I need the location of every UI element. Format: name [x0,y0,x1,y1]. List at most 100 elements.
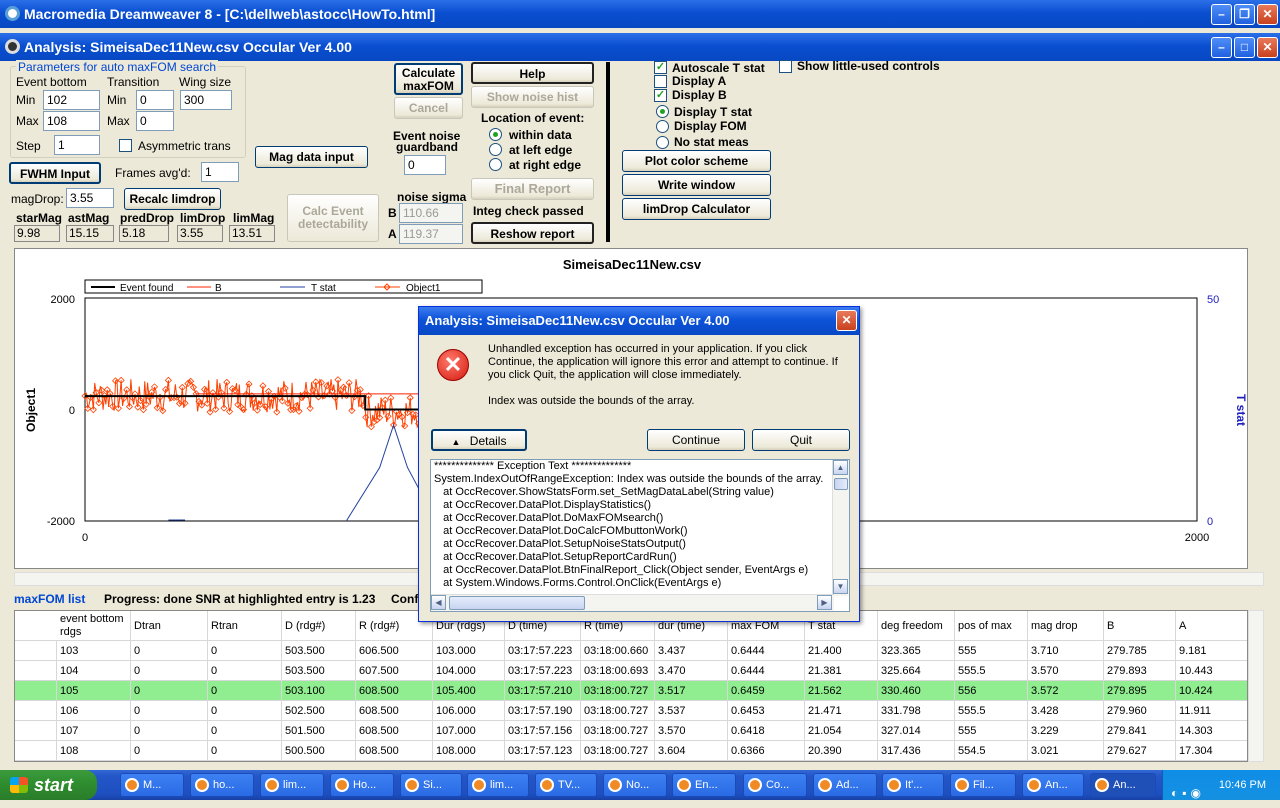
display-a-label: Display A [672,74,727,88]
table-cell: 279.893 [1104,661,1176,681]
grid-header-cell[interactable]: pos of max [955,611,1028,641]
scroll-up-arrow-icon[interactable]: ▲ [833,460,848,475]
grid-header-cell[interactable]: Rtran [208,611,282,641]
fwhm-input-button[interactable]: FWHM Input [9,162,101,184]
grid-vscrollbar[interactable] [1248,610,1264,762]
guardband-input[interactable]: 0 [404,155,446,175]
table-row[interactable]: 107 0 0 501.500 608.500 107.000 03:17:57.156 03… [15,721,1247,741]
grid-header-cell[interactable]: B [1104,611,1176,641]
asymmetric-trans-checkbox[interactable] [119,139,132,152]
vscroll-thumb[interactable] [834,478,848,490]
tr-max-label: Max [107,114,130,128]
taskbar-button[interactable]: Si... [400,773,462,797]
limdrop-calculator-button[interactable]: limDrop Calculator [622,198,771,220]
dialog-close-button[interactable]: ✕ [836,310,857,331]
table-row[interactable]: 103 0 0 503.500 606.500 103.000 03:17:57.223 03… [15,641,1247,661]
taskbar-button[interactable]: An... [1022,773,1084,797]
tr-max-input[interactable]: 0 [136,111,174,131]
taskbar-button[interactable]: TV... [535,773,597,797]
continue-button[interactable]: Continue [647,429,745,451]
taskbar-button[interactable]: lim... [260,773,324,797]
taskbar-button[interactable]: It'... [882,773,944,797]
taskbar-button[interactable]: No... [603,773,667,797]
row-selector[interactable] [15,721,57,741]
taskbar-button[interactable]: lim... [467,773,529,797]
display-b-checkbox[interactable]: ✓ [654,89,667,102]
no-stat-meas-radio[interactable] [656,136,669,149]
grid-header-cell[interactable]: Dtran [131,611,208,641]
location-within-radio[interactable] [489,128,502,141]
row-selector[interactable] [15,661,57,681]
outer-restore-button[interactable]: ❐ [1234,4,1255,25]
taskbar-button[interactable]: An... [1090,773,1156,797]
tr-min-input[interactable]: 0 [136,90,174,110]
table-cell: 107 [57,721,131,741]
outer-minimize-button[interactable]: – [1211,4,1232,25]
eb-min-input[interactable]: 102 [43,90,100,110]
table-cell: 10.424 [1176,681,1247,701]
details-button[interactable]: ▲ Details [431,429,527,451]
table-row[interactable]: 104 0 0 503.500 607.500 104.000 03:17:57.223 03… [15,661,1247,681]
grid-header-cell[interactable]: D (rdg#) [282,611,356,641]
row-selector[interactable] [15,681,57,701]
calc-event-detectability-button[interactable]: Calc Event detectability [287,194,379,242]
start-button[interactable]: start [0,770,97,800]
write-window-button[interactable]: Write window [622,174,771,196]
location-left-radio[interactable] [489,143,502,156]
table-row[interactable]: 105 0 0 503.100 608.500 105.400 03:17:57.210 03… [15,681,1247,701]
display-tstat-radio[interactable] [656,105,669,118]
taskbar-button[interactable]: Fil... [950,773,1016,797]
taskbar-button[interactable]: En... [672,773,736,797]
magdrop-input[interactable]: 3.55 [66,188,114,208]
taskbar-button[interactable]: Ho... [330,773,394,797]
location-right-radio[interactable] [489,158,502,171]
hscroll-thumb[interactable] [449,596,585,610]
table-row[interactable]: 106 0 0 502.500 608.500 106.000 03:17:57.190 03… [15,701,1247,721]
calculate-maxfom-button[interactable]: Calculate maxFOM [394,63,463,95]
frames-avg-input[interactable]: 1 [201,162,239,182]
row-selector[interactable] [15,741,57,761]
grid-header-cell[interactable]: event bottom rdgs [57,611,131,641]
grid-header-cell[interactable]: A [1176,611,1247,641]
cancel-button[interactable]: Cancel [394,97,463,119]
quit-button[interactable]: Quit [752,429,850,451]
recalc-limdrop-button[interactable]: Recalc limdrop [124,188,221,210]
scroll-down-arrow-icon[interactable]: ▼ [833,579,848,594]
table-row[interactable]: 108 0 0 500.500 608.500 108.000 03:17:57.123 03… [15,741,1247,761]
display-fom-radio[interactable] [656,120,669,133]
exception-vscrollbar[interactable]: ▲ ▼ [832,460,849,596]
step-input[interactable]: 1 [54,135,100,155]
taskbar-button[interactable]: ho... [190,773,254,797]
grid-header-cell[interactable]: deg freedom [878,611,955,641]
table-cell: 03:17:57.156 [505,721,581,741]
show-noise-hist-button[interactable]: Show noise hist [471,86,594,108]
row-selector[interactable] [15,701,57,721]
display-a-checkbox[interactable] [654,75,667,88]
eb-max-input[interactable]: 108 [43,111,100,131]
outer-close-button[interactable]: ✕ [1257,4,1278,25]
table-cell: 0 [208,721,282,741]
exception-text-box[interactable]: ************** Exception Text **********… [430,459,850,612]
app-close-button[interactable]: ✕ [1257,37,1278,58]
show-little-used-checkbox[interactable] [779,60,792,73]
plot-color-scheme-button[interactable]: Plot color scheme [622,150,771,172]
row-selector[interactable] [15,641,57,661]
wing-size-input[interactable]: 300 [180,90,232,110]
exception-hscrollbar[interactable]: ◀ ▶ [431,594,834,611]
app-minimize-button[interactable]: – [1211,37,1232,58]
final-report-button[interactable]: Final Report [471,178,594,200]
taskbar-button[interactable]: M... [120,773,184,797]
reshow-report-button[interactable]: Reshow report [471,222,594,244]
taskbar-button[interactable]: Ad... [813,773,877,797]
taskbar-button[interactable]: Co... [743,773,807,797]
grid-header-cell[interactable]: mag drop [1028,611,1104,641]
wing-size-label: Wing size [179,75,232,89]
help-button[interactable]: Help [471,62,594,84]
app-maximize-button[interactable]: □ [1234,37,1255,58]
exception-line: System.IndexOutOfRangeException: Index w… [434,473,824,485]
mag-data-input-button[interactable]: Mag data input [255,146,368,168]
legend-tstat: T stat [311,283,336,294]
scroll-left-arrow-icon[interactable]: ◀ [431,595,446,610]
autoscale-checkbox[interactable]: ✓ [654,61,667,74]
scroll-right-arrow-icon[interactable]: ▶ [817,595,832,610]
